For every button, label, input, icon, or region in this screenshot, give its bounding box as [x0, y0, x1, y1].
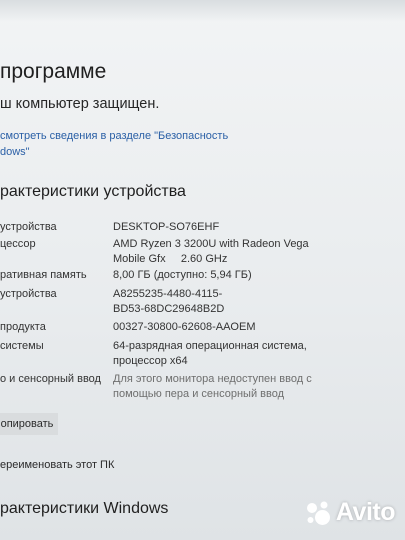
spec-value: AMD Ryzen 3 3200U with Radeon Vega Mobil… — [113, 237, 383, 267]
device-specs-heading: рактеристики устройства — [0, 183, 186, 200]
security-link-line-2[interactable]: dows" — [0, 144, 300, 160]
security-link-line-1[interactable]: смотреть сведения в разделе "Безопасност… — [0, 128, 300, 144]
spec-label: продукта — [0, 321, 46, 333]
spec-value-line: Для этого монитора недоступен ввод с — [113, 373, 312, 385]
spec-label: ративная память — [0, 269, 87, 281]
spec-value-line: BD53-68DC29648B2D — [113, 303, 225, 315]
spec-label: цессор — [0, 238, 36, 250]
spec-value-line: 64-разрядная операционная система, — [113, 340, 307, 352]
spec-label: системы — [0, 340, 44, 352]
spec-value-line: 00327-30800-62608-AAOEM — [113, 321, 256, 333]
avito-watermark: Avito — [305, 498, 396, 527]
avito-logo-icon — [306, 501, 330, 525]
spec-value: Для этого монитора недоступен ввод с пом… — [113, 372, 383, 402]
page-title: программе — [0, 60, 107, 83]
protection-status: ш компьютер защищен. — [0, 96, 160, 112]
avito-watermark-text: Avito — [335, 498, 396, 526]
copy-button[interactable]: опировать — [0, 413, 58, 435]
spec-label: устройства — [0, 288, 57, 300]
spec-value: 64-разрядная операционная система, проце… — [113, 339, 383, 369]
spec-value: 00327-30800-62608-AAOEM — [113, 320, 383, 335]
screen-edge-shadow — [0, 0, 405, 22]
spec-value: 8,00 ГБ (доступно: 5,94 ГБ) — [113, 268, 383, 283]
spec-value: A8255235-4480-4115- BD53-68DC29648B2D — [113, 287, 383, 317]
rename-pc-link[interactable]: ереименовать этот ПК — [0, 459, 114, 471]
spec-label: о и сенсорный ввод — [0, 373, 101, 385]
spec-value-line: DESKTOP-SO76EHF — [113, 221, 220, 233]
spec-value-line: Mobile Gfx 2.60 GHz — [113, 253, 228, 265]
spec-value: DESKTOP-SO76EHF — [113, 220, 383, 235]
spec-value-line: A8255235-4480-4115- — [113, 288, 223, 300]
about-settings-page: программе ш компьютер защищен. смотреть … — [0, 0, 405, 540]
windows-specs-heading: рактеристики Windows — [0, 500, 169, 517]
spec-value-line: помощью пера и сенсорный ввод — [113, 388, 284, 400]
spec-value-line: 8,00 ГБ (доступно: 5,94 ГБ) — [113, 269, 252, 281]
security-details-link[interactable]: смотреть сведения в разделе "Безопасност… — [0, 128, 300, 160]
spec-value-line: процессор x64 — [113, 355, 188, 367]
spec-value-line: AMD Ryzen 3 3200U with Radeon Vega — [113, 238, 309, 250]
spec-label: устройства — [0, 221, 57, 233]
